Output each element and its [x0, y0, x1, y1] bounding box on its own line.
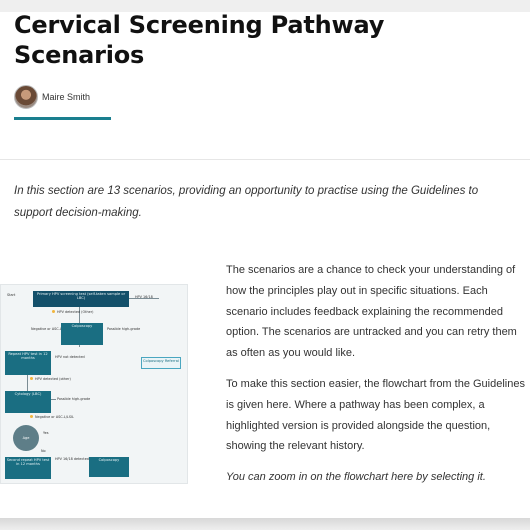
- fc-label-possible-high: Possible high-grade: [107, 327, 141, 331]
- flowchart-image[interactable]: Start Primary HPV screening test (self-t…: [0, 284, 188, 484]
- fc-dot: [30, 377, 33, 380]
- fc-second-repeat-box: Second repeat HPV test in 12 months: [5, 457, 51, 479]
- fc-label-hpv-detected: HPV detected (other): [35, 377, 71, 381]
- bottom-strip: [0, 518, 530, 530]
- fc-label-hpv-other: HPV detected (Other): [57, 310, 94, 314]
- fc-colposcopy2-box: Colposcopy: [89, 457, 129, 477]
- fc-start-label: Start: [7, 293, 16, 297]
- author-name[interactable]: Maire Smith: [42, 92, 90, 102]
- page-title: Cervical Screening Pathway Scenarios: [14, 11, 385, 69]
- section-divider: [0, 159, 530, 160]
- fc-dot: [30, 415, 33, 418]
- article-body: The scenarios are a chance to check your…: [226, 260, 526, 498]
- fc-colposcopy-referral-box: Colposcopy Referral: [141, 357, 181, 369]
- fc-colposcopy-box: Colposcopy: [61, 323, 103, 345]
- fc-repeat12-box: Repeat HPV test in 12 months: [5, 351, 51, 375]
- fc-line: [27, 375, 28, 391]
- fc-cytology-box: Cytology (LBC): [5, 391, 51, 413]
- avatar: [14, 85, 38, 109]
- body-paragraph-2: To make this section easier, the flowcha…: [226, 377, 525, 453]
- fc-label-negative-2: Negative or ASC-L/LSIL: [35, 415, 74, 419]
- fc-label-no: No: [41, 449, 46, 453]
- body-paragraph-1: The scenarios are a chance to check your…: [226, 264, 517, 360]
- author-byline: Maire Smith: [14, 85, 90, 109]
- fc-label-yes: Yes: [43, 431, 49, 435]
- fc-label-hpv1618-2: HPV 16/18 detected: [55, 457, 89, 461]
- zoom-note: You can zoom in on the flowchart here by…: [226, 471, 486, 484]
- title-underline: [14, 117, 111, 120]
- fc-primary-box: Primary HPV screening test (self-taken s…: [33, 291, 129, 307]
- fc-label-possible-high-2: Possible high-grade: [57, 397, 91, 401]
- fc-age-circle: Age: [13, 425, 39, 451]
- fc-line: [129, 298, 159, 299]
- fc-label-not-detected: HPV not detected: [55, 355, 85, 359]
- intro-text: In this section are 13 scenarios, provid…: [14, 185, 479, 219]
- fc-dot: [52, 310, 55, 313]
- fc-line: [51, 399, 56, 400]
